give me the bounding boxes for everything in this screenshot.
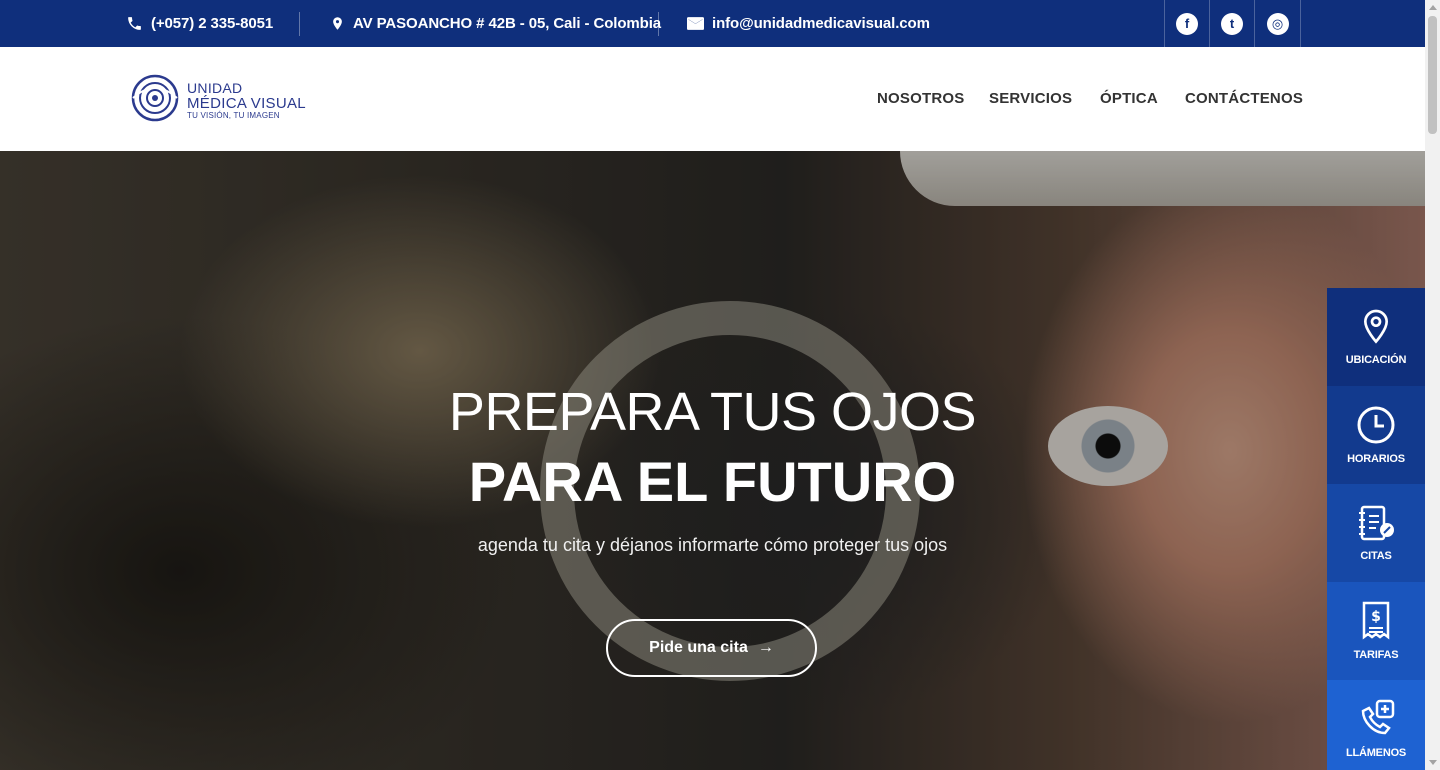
logo-line2: MÉDICA VISUAL — [187, 95, 306, 112]
side-link-label: CITAS — [1360, 550, 1392, 562]
scroll-thumb[interactable] — [1428, 16, 1437, 134]
twitter-link[interactable]: t — [1209, 0, 1254, 47]
nav-nosotros[interactable]: NOSOTROS — [877, 90, 964, 107]
side-link-label: TARIFAS — [1353, 649, 1399, 661]
divider — [658, 12, 659, 36]
scroll-up-arrow[interactable] — [1429, 5, 1437, 10]
email-contact[interactable]: info@unidadmedicavisual.com — [687, 0, 930, 47]
hero-title-line2: PARA EL FUTURO — [468, 450, 957, 513]
phone-text: (+057) 2 335-8051 — [151, 15, 274, 32]
side-link-llamenos[interactable]: LLÁMENOS — [1327, 680, 1425, 770]
phone-contact[interactable]: (+057) 2 335-8051 — [126, 0, 273, 47]
side-link-label: LLÁMENOS — [1345, 747, 1407, 759]
hero-title-line1: PREPARA TUS OJOS — [448, 382, 977, 442]
logo-eye-icon — [131, 74, 179, 122]
twitter-icon: t — [1221, 12, 1243, 35]
phone-plus-icon — [1361, 699, 1395, 735]
price-receipt-icon: $ — [1362, 601, 1390, 640]
phone-icon — [128, 17, 141, 30]
hero-banner: PREPARA TUS OJOS PARA EL FUTURO agenda t… — [0, 151, 1425, 770]
side-link-horarios[interactable]: HORARIOS — [1327, 386, 1425, 484]
side-link-ubicacion[interactable]: UBICACIÓN — [1327, 288, 1425, 386]
side-link-tarifas[interactable]: $ TARIFAS — [1327, 582, 1425, 680]
logo-line1: UNIDAD — [187, 80, 243, 96]
side-link-citas[interactable]: CITAS — [1327, 484, 1425, 582]
nav-servicios[interactable]: SERVICIOS — [989, 90, 1072, 107]
facebook-link[interactable]: f — [1164, 0, 1209, 47]
envelope-icon — [687, 17, 704, 30]
page-scrollbar[interactable] — [1425, 0, 1440, 770]
scroll-down-arrow[interactable] — [1429, 760, 1437, 765]
book-appointment-button[interactable]: Pide una cita → — [606, 619, 817, 677]
location-pin-icon — [333, 17, 342, 30]
nav-optica[interactable]: ÓPTICA — [1100, 90, 1158, 107]
side-link-label: UBICACIÓN — [1345, 354, 1407, 366]
clock-icon — [1357, 406, 1395, 444]
instagram-link[interactable]: ◎ — [1254, 0, 1301, 47]
address-contact[interactable]: AV PASOANCHO # 42B - 05, Cali - Colombia — [330, 0, 661, 47]
location-pin-icon — [1363, 309, 1389, 344]
svg-text:$: $ — [1371, 609, 1381, 625]
logo-tagline: TU VISIÓN, TU IMAGEN — [187, 111, 280, 120]
arrow-right-icon: → — [757, 639, 774, 656]
cta-label: Pide una cita — [649, 639, 748, 656]
top-contact-bar: (+057) 2 335-8051 AV PASOANCHO # 42B - 0… — [0, 0, 1425, 47]
site-header: UNIDAD MÉDICA VISUAL TU VISIÓN, TU IMAGE… — [0, 47, 1425, 151]
hero-subtitle: agenda tu cita y déjanos informarte cómo… — [477, 535, 948, 555]
site-logo[interactable]: UNIDAD MÉDICA VISUAL TU VISIÓN, TU IMAGE… — [130, 73, 330, 125]
nav-contactenos[interactable]: CONTÁCTENOS — [1185, 90, 1303, 107]
facebook-icon: f — [1176, 12, 1198, 35]
side-quick-links: UBICACIÓN HORARIOS CITAS $ TARIFAS LLÁME… — [1327, 288, 1425, 770]
instagram-icon: ◎ — [1266, 12, 1289, 35]
divider — [299, 12, 300, 36]
side-link-label: HORARIOS — [1347, 453, 1405, 465]
address-text: AV PASOANCHO # 42B - 05, Cali - Colombia — [353, 15, 662, 32]
appointment-book-icon — [1359, 505, 1394, 541]
email-text: info@unidadmedicavisual.com — [712, 15, 930, 32]
